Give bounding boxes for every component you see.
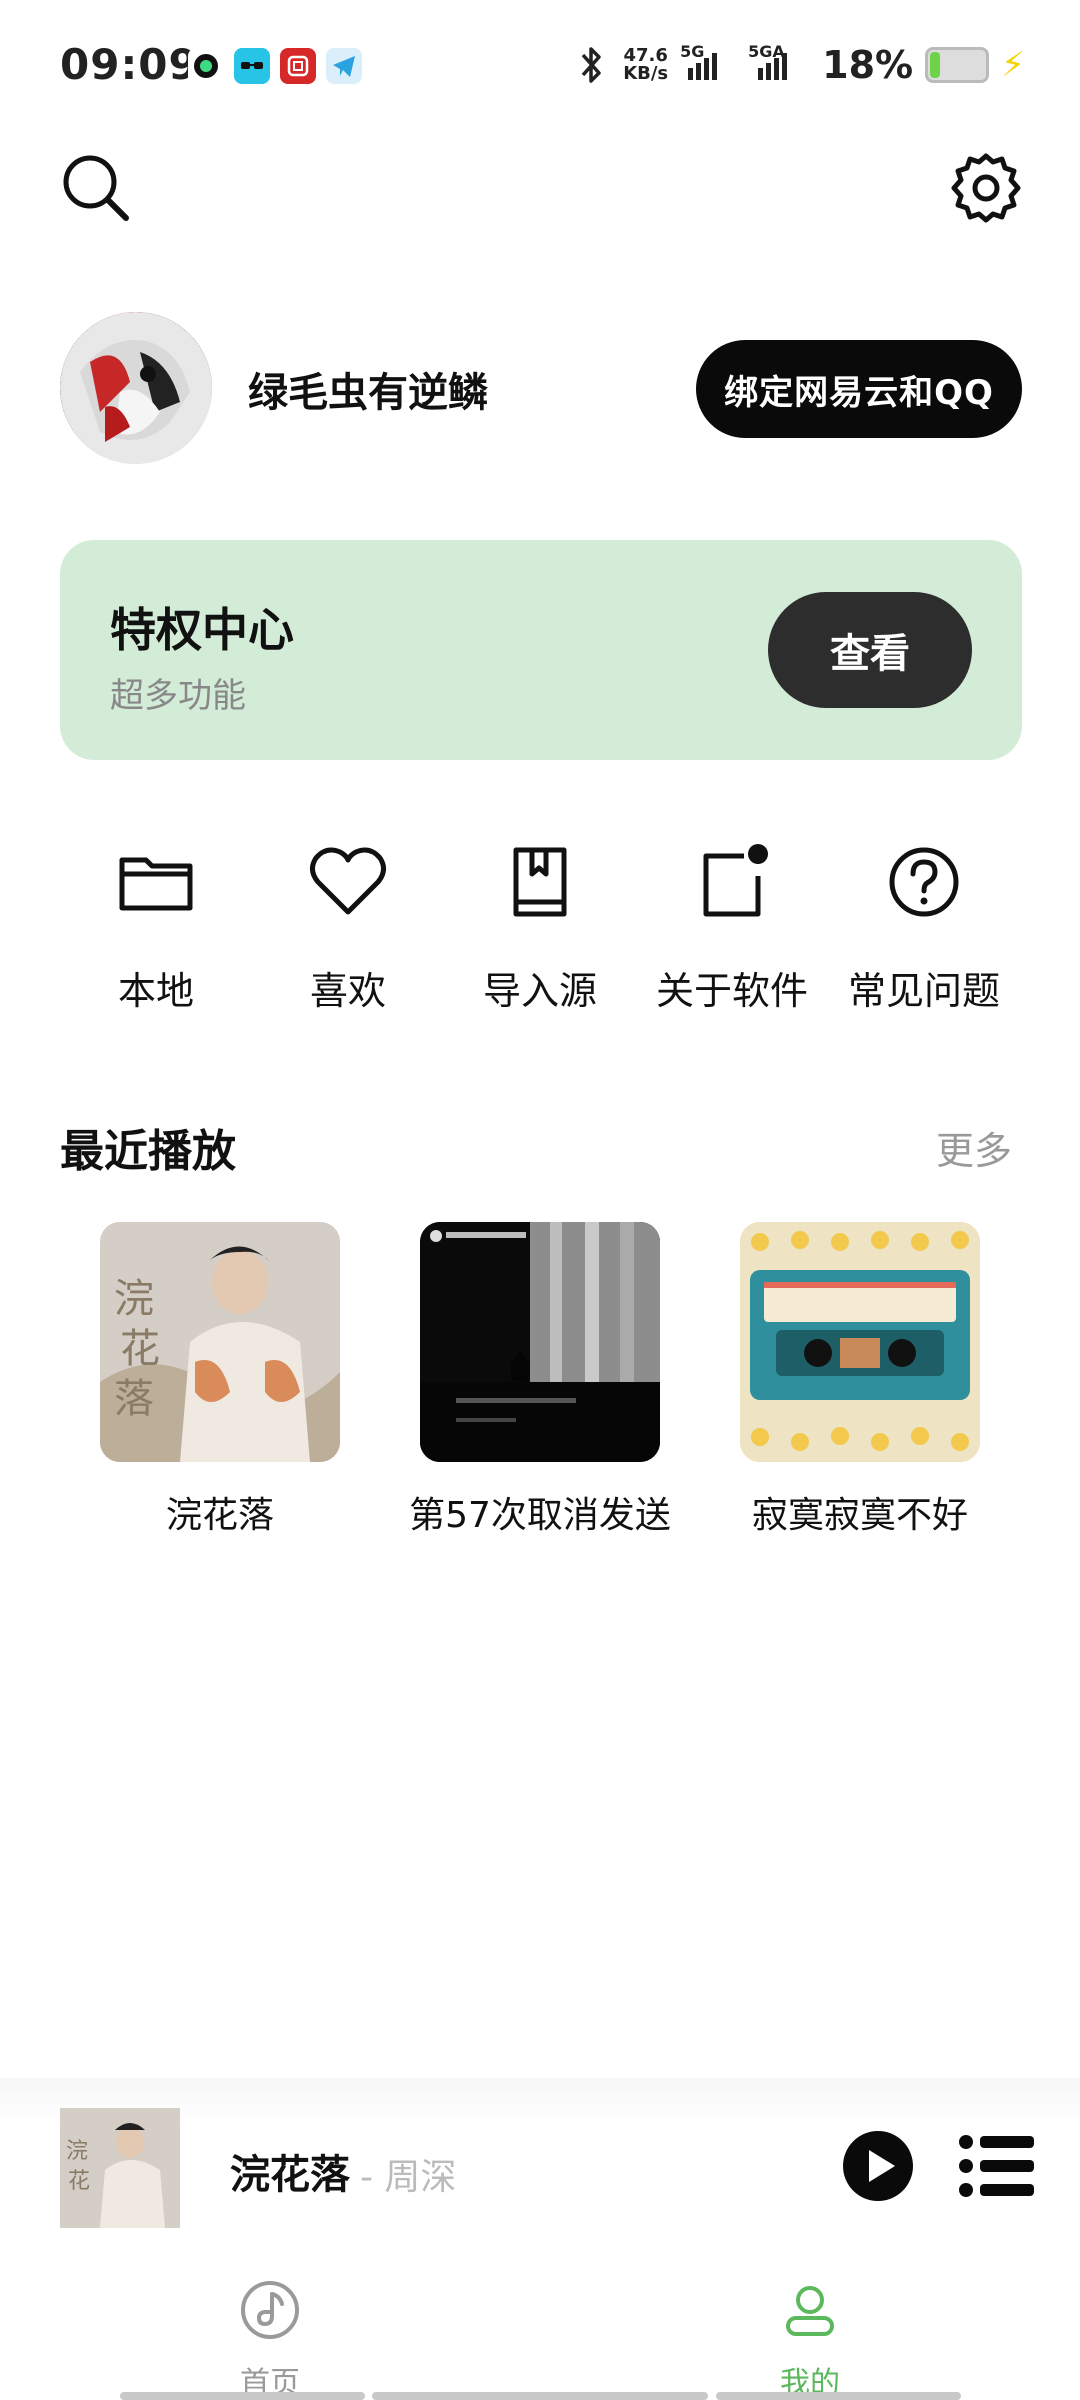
folder-icon: [119, 857, 193, 911]
quick-action-local[interactable]: 本地: [60, 840, 252, 1020]
search-icon: [63, 155, 129, 221]
album-art-1: 浣 花 落: [100, 1222, 340, 1462]
bank-app-icon: [280, 48, 316, 84]
quick-action-label: 本地: [117, 969, 194, 1013]
mini-player-artist: - 周深: [360, 2157, 457, 2198]
play-icon: [843, 2131, 913, 2201]
quick-action-about[interactable]: 关于软件: [636, 840, 828, 1020]
chat-app-icon: [188, 48, 224, 84]
album-title[interactable]: 寂寞寂寞不好: [700, 1486, 1020, 1538]
album-cover[interactable]: 浣 花 落: [100, 1222, 340, 1462]
privilege-title: 特权中心: [110, 603, 294, 657]
quick-action-label: 关于软件: [655, 969, 808, 1013]
nav-home[interactable]: 首页: [170, 2278, 370, 2400]
quick-action-label: 导入源: [482, 969, 597, 1013]
svg-text:花: 花: [120, 1326, 160, 1372]
network-speed-unit: KB/s: [623, 63, 669, 84]
bind-accounts-button[interactable]: 绑定网易云和QQ: [696, 340, 1022, 438]
quick-action-liked[interactable]: 喜欢: [252, 840, 444, 1020]
charging-icon: ⚡: [1001, 45, 1025, 85]
svg-text:浣: 浣: [66, 2139, 88, 2164]
bottom-nav: 首页 我的: [0, 2248, 1080, 2400]
gesture-bar-segment: [372, 2392, 708, 2400]
gesture-bar-segment: [120, 2392, 365, 2400]
music-disc-icon: [241, 2281, 299, 2339]
avatar-image: [60, 312, 212, 464]
view-button[interactable]: 查看: [768, 592, 972, 708]
avatar[interactable]: [60, 312, 212, 464]
sim1-label: 5G: [680, 42, 705, 61]
info-note-icon: [703, 844, 768, 917]
album-art-2: [420, 1222, 660, 1462]
sim2-label: 5GA: [748, 42, 785, 61]
mini-player-title: 浣花落: [230, 2152, 350, 2198]
signal-sim2: 5GA: [748, 42, 810, 80]
album-cover[interactable]: [420, 1222, 660, 1462]
status-bar: 09:09 47.6 KB/s 5G 5GA 18% ⚡: [0, 0, 1080, 130]
question-icon: [889, 847, 959, 917]
privilege-card[interactable]: 特权中心 超多功能 查看: [60, 540, 1022, 760]
telegram-icon: [326, 48, 362, 84]
username[interactable]: 绿毛虫有逆鳞: [248, 360, 488, 418]
recent-more-link[interactable]: 更多: [936, 1120, 1012, 1175]
album-art-3: [740, 1222, 980, 1462]
quick-action-label: 常见问题: [847, 969, 1000, 1013]
gesture-bar-segment: [716, 2392, 961, 2400]
album-title[interactable]: 浣花落: [60, 1486, 380, 1538]
nav-mine[interactable]: 我的: [710, 2278, 910, 2400]
play-button[interactable]: [842, 2130, 914, 2202]
mini-player[interactable]: 浣 花 浣花落 - 周深: [0, 2078, 1080, 2248]
search-button[interactable]: [58, 150, 134, 226]
mini-player-art: 浣 花: [60, 2108, 180, 2228]
signal-sim1: 5G: [680, 42, 736, 80]
book-icon: [513, 847, 567, 917]
heart-icon: [310, 847, 386, 915]
status-time: 09:09: [60, 40, 199, 89]
mini-player-cover[interactable]: 浣 花: [60, 2108, 180, 2228]
app-screen: 09:09 47.6 KB/s 5G 5GA 18% ⚡ 绿毛虫有逆鳞 绑定网易…: [0, 0, 1080, 2400]
playlist-button[interactable]: [958, 2130, 1036, 2202]
status-indicators: 47.6 KB/s 5G 5GA 18% ⚡: [573, 40, 1025, 90]
battery-icon: [925, 47, 990, 83]
recent-section-title: 最近播放: [60, 1126, 236, 1177]
svg-text:花: 花: [68, 2169, 90, 2194]
privilege-subtitle: 超多功能: [110, 676, 246, 716]
status-app-icons: [188, 48, 362, 84]
quick-actions: 本地 喜欢 导入源 关于软件 常见问题: [60, 840, 1022, 1020]
network-speed: 47.6 KB/s: [623, 47, 668, 83]
playlist-icon: [959, 2135, 1034, 2197]
album-title[interactable]: 第57次取消发送: [380, 1486, 700, 1538]
quick-action-label: 喜欢: [309, 969, 386, 1013]
gear-icon: [951, 153, 1021, 223]
album-cover[interactable]: [740, 1222, 980, 1462]
battery-percent: 18%: [822, 43, 914, 87]
settings-button[interactable]: [948, 150, 1024, 226]
magic-app-icon: [234, 48, 270, 84]
svg-text:浣: 浣: [114, 1276, 154, 1322]
quick-action-import-source[interactable]: 导入源: [444, 840, 636, 1020]
bluetooth-icon: [581, 47, 601, 83]
quick-action-faq[interactable]: 常见问题: [828, 840, 1020, 1020]
svg-text:落: 落: [114, 1376, 154, 1422]
user-profile-icon: [786, 2286, 834, 2336]
